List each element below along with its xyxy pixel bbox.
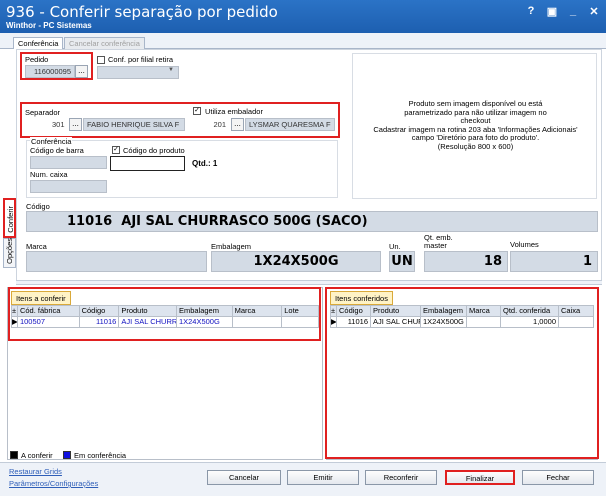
separador-code[interactable]: 301 — [48, 118, 68, 131]
legend-swatch — [63, 451, 71, 459]
legend-label: Em conferência — [74, 450, 127, 460]
codigo-barra-label: Código de barra — [30, 146, 84, 155]
embalador-code[interactable]: 201 — [208, 118, 230, 131]
emitir-button[interactable]: Emitir — [287, 470, 359, 485]
help-icon[interactable]: ? — [525, 5, 537, 18]
codigo-bar: 11016 AJI SAL CHURRASCO 500G (SACO) — [26, 211, 598, 232]
num-caixa-input[interactable] — [30, 180, 107, 193]
qt-emb-master-label: master — [424, 241, 447, 250]
conferencia-group-label: Conferência — [30, 137, 73, 146]
restore-icon[interactable]: ▣ — [546, 5, 558, 18]
image-message-line: (Resolução 800 x 600) — [437, 141, 514, 151]
itens-conferidos-highlight — [325, 287, 599, 459]
embalagem-field: 1X24X500G — [211, 251, 381, 272]
un-field: UN — [389, 251, 415, 272]
conf-filial-label: Conf. por filial retira — [108, 55, 174, 64]
embalagem-label: Embalagem — [211, 242, 252, 251]
utiliza-embalador-label: Utiliza embalador — [205, 107, 263, 116]
pedido-search-button[interactable]: ... — [75, 65, 88, 78]
bottom-bar: Restaurar Grids Parâmetros/Configurações… — [0, 462, 606, 496]
restaurar-grids-link[interactable]: Restaurar Grids — [9, 467, 62, 476]
side-tab-conferir-label: Conferir — [6, 206, 15, 233]
side-tab-opcoes[interactable]: Opções — [3, 238, 16, 268]
tab-strip: Conferência Cancelar conferência — [0, 33, 606, 49]
codigo-value: 11016 AJI SAL CHURRASCO 500G (SACO) — [67, 214, 368, 229]
embalador-name: LYSMAR QUARESMA F — [245, 118, 335, 131]
window-controls: ? ▣ _ ✕ — [525, 5, 600, 18]
pedido-input[interactable]: 116000095 — [25, 65, 75, 78]
title-bar: 936 - Conferir separação por pedido Wint… — [0, 0, 606, 33]
reconferir-button[interactable]: Reconferir — [365, 470, 437, 485]
qt-emb-value: 18 — [483, 254, 502, 269]
close-icon[interactable]: ✕ — [588, 5, 600, 18]
un-value: UN — [391, 254, 413, 269]
volumes-field: 1 — [510, 251, 598, 272]
tab-cancelar-conferencia: Cancelar conferência — [64, 37, 145, 49]
num-caixa-label: Num. caixa — [30, 170, 68, 179]
embalador-search-button[interactable]: ... — [231, 118, 244, 131]
embalagem-value: 1X24X500G — [253, 254, 339, 269]
qtd-label: Qtd.: 1 — [192, 159, 218, 168]
product-image-panel: Produto sem imagem disponível ou está pa… — [352, 53, 597, 199]
codigo-produto-checkbox[interactable]: ✓ — [112, 146, 120, 154]
conf-filial-checkbox[interactable] — [97, 56, 105, 64]
image-message: Produto sem imagem disponível ou está pa… — [353, 99, 598, 151]
minimize-icon[interactable]: _ — [567, 5, 579, 18]
chevron-down-icon[interactable]: ▼ — [168, 67, 174, 73]
qt-emb-field: 18 — [424, 251, 508, 272]
legend-label: A conferir — [21, 450, 53, 460]
codigo-produto-input[interactable] — [110, 156, 185, 171]
fechar-button[interactable]: Fechar — [522, 470, 594, 485]
codigo-label: Código — [26, 202, 50, 211]
codigo-produto-label: Código do produto — [123, 146, 185, 155]
finalizar-button[interactable]: Finalizar — [445, 470, 515, 485]
separador-search-button[interactable]: ... — [69, 118, 82, 131]
separador-name: FABIO HENRIQUE SILVA F — [83, 118, 185, 131]
legend-a-conferir: A conferir — [10, 449, 53, 461]
window-title: 936 - Conferir separação por pedido — [6, 3, 278, 21]
volumes-value: 1 — [582, 254, 592, 269]
splitter[interactable] — [16, 280, 602, 285]
side-tab-conferir[interactable]: Conferir — [3, 198, 16, 238]
side-tab-opcoes-label: Opções — [5, 238, 14, 264]
parametros-link[interactable]: Parâmetros/Configurações — [9, 479, 98, 488]
pedido-label: Pedido — [25, 55, 49, 64]
separador-label: Separador — [25, 108, 61, 117]
legend-em-conferencia: Em conferência — [63, 449, 126, 461]
cancelar-button[interactable]: Cancelar — [207, 470, 281, 485]
window-subtitle: Winthor - PC Sistemas — [6, 21, 92, 30]
itens-a-conferir-highlight — [8, 287, 321, 341]
un-label: Un. — [389, 242, 401, 251]
marca-label: Marca — [26, 242, 47, 251]
volumes-label: Volumes — [510, 240, 539, 249]
legend-swatch — [10, 451, 18, 459]
tab-conferencia[interactable]: Conferência — [13, 37, 64, 49]
filial-select[interactable] — [97, 66, 179, 79]
utiliza-embalador-checkbox[interactable]: ✓ — [193, 107, 201, 115]
marca-field — [26, 251, 207, 272]
codigo-barra-input[interactable] — [30, 156, 107, 169]
